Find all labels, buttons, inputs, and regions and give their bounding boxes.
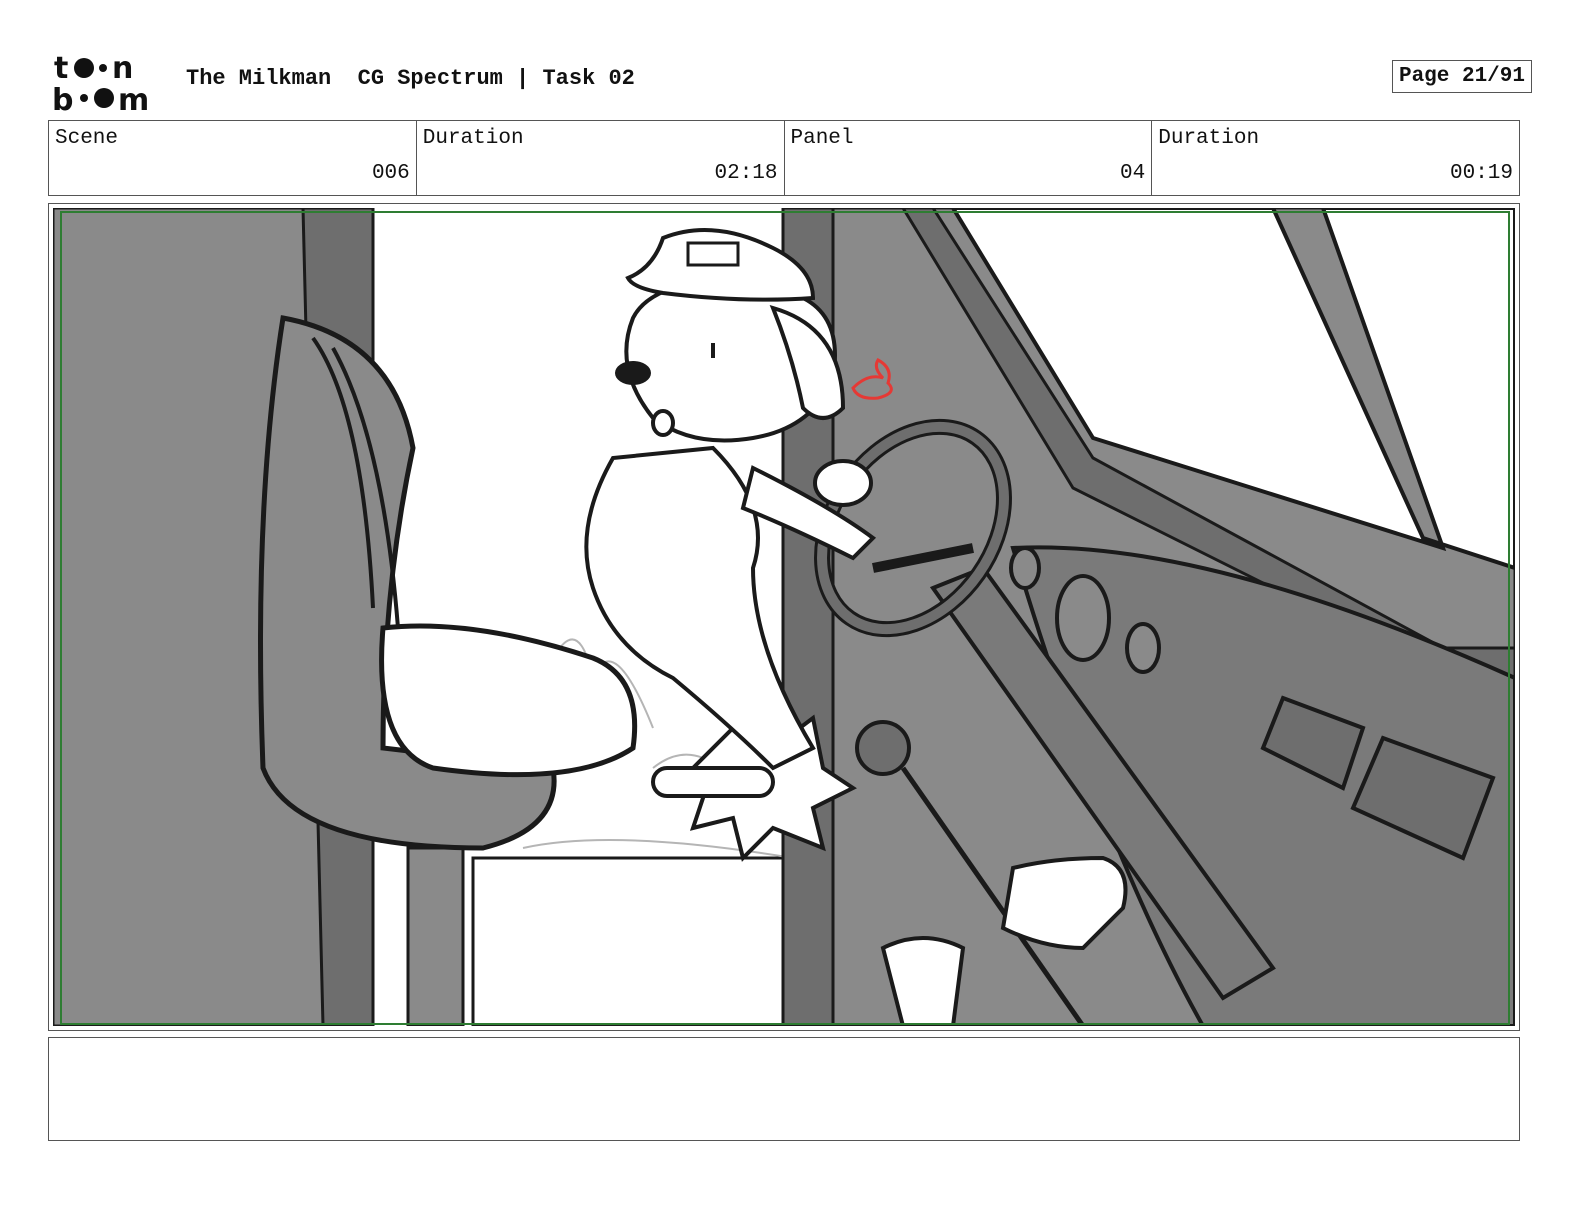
storyboard-panel xyxy=(48,203,1520,1031)
panel-duration-label: Duration xyxy=(1158,127,1260,150)
svg-text:t: t xyxy=(54,51,68,86)
character-hand xyxy=(813,459,873,507)
character-nose xyxy=(615,361,651,385)
gauge-large xyxy=(1055,574,1111,662)
scene-cell: Scene 006 xyxy=(49,121,417,195)
panel-duration-value: 00:19 xyxy=(1449,162,1513,185)
svg-text:b: b xyxy=(52,83,73,112)
svg-text:n: n xyxy=(112,51,133,86)
scene-duration-value: 02:18 xyxy=(714,162,778,185)
document-title: The Milkman CG Spectrum | Task 02 xyxy=(186,66,635,91)
gauge-small-1 xyxy=(1009,546,1041,590)
page-header: t n b m The Milkman CG Spectrum | Task 0… xyxy=(52,50,1532,114)
scene-value: 006 xyxy=(371,162,410,185)
character-mouth xyxy=(651,409,675,437)
panel-duration-cell: Duration 00:19 xyxy=(1152,121,1519,195)
svg-text:m: m xyxy=(118,83,149,112)
pedal xyxy=(651,766,775,798)
panel-value: 04 xyxy=(1120,162,1146,185)
scene-duration-label: Duration xyxy=(422,127,524,150)
panel-cell: Panel 04 xyxy=(785,121,1153,195)
gauge-small-2 xyxy=(1125,622,1161,674)
scene-label: Scene xyxy=(55,127,119,150)
page-indicator: Page 21/91 xyxy=(1391,60,1532,93)
panel-label: Panel xyxy=(790,127,854,150)
gear-knob xyxy=(855,720,911,776)
scene-info-table: Scene 006 Duration 02:18 Panel 04 Durati… xyxy=(48,120,1520,196)
panel-sketch xyxy=(53,208,1515,1026)
notes-box xyxy=(48,1037,1520,1141)
toon-boom-logo: t n b m xyxy=(52,51,149,112)
scene-duration-cell: Duration 02:18 xyxy=(417,121,785,195)
